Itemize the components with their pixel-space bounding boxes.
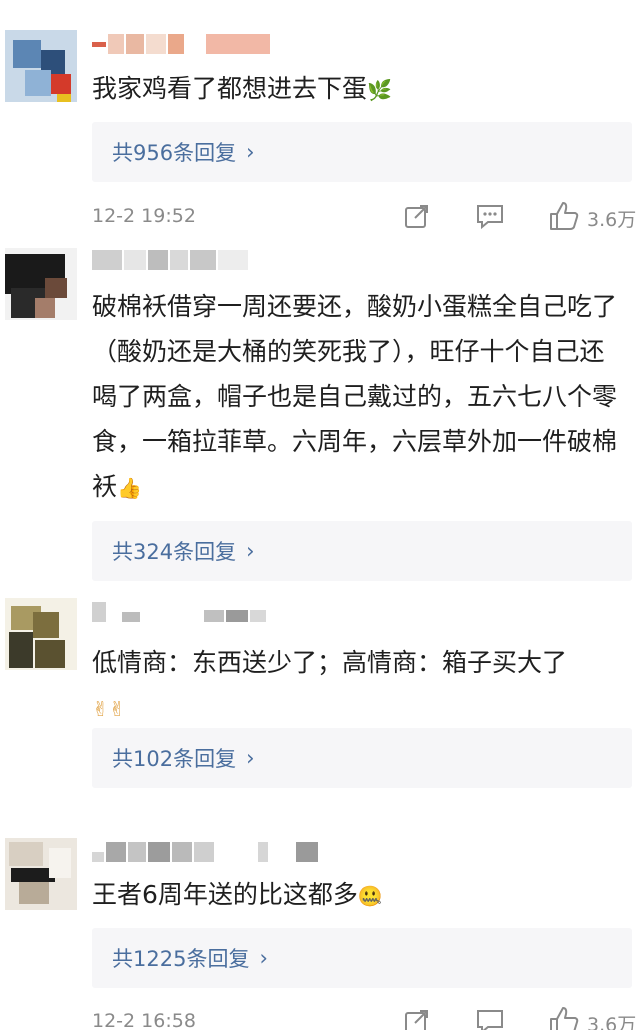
avatar[interactable] [5,838,77,910]
view-replies-button[interactable]: 共956条回复 › [92,122,632,182]
leaf-emoji: 🌿 [367,77,392,102]
view-replies-button[interactable]: 共324条回复 › [92,521,632,581]
username-blurred[interactable] [92,602,266,622]
view-replies-button[interactable]: 共102条回复 › [92,728,632,788]
avatar[interactable] [5,598,77,670]
chevron-right-icon: › [246,539,255,563]
avatar[interactable] [5,30,77,102]
like-count: 3.6万 [587,1014,637,1030]
comment-text: 低情商：东西送少了；高情商：箱子买大了 ✌✌ [92,640,627,732]
replies-count-label: 共956条回复 [112,141,237,165]
like-count: 3.6万 [587,209,637,231]
comment-timestamp: 12-2 19:52 [92,205,196,227]
comment-meta-bar: 12-2 16:58 3.6万 [92,1005,640,1030]
comment-meta-bar: 12-2 19:52 3.6万 [92,202,640,234]
zipper-mouth-emoji: 🤐 [357,883,383,908]
replies-count-label: 共1225条回复 [112,947,250,971]
comment-text: 我家鸡看了都想进去下蛋🌿 [92,66,627,113]
view-replies-button[interactable]: 共1225条回复 › [92,928,632,988]
replies-count-label: 共102条回复 [112,747,237,771]
share-icon[interactable] [404,1008,430,1030]
comment-text-content: 我家鸡看了都想进去下蛋 [92,74,368,103]
username-blurred[interactable] [92,842,318,862]
thumbs-up-icon[interactable] [548,1005,580,1030]
comment-icon[interactable] [476,1008,504,1030]
avatar[interactable] [5,248,77,320]
comment-text-content: 王者6周年送的比这都多 [92,880,358,909]
share-icon[interactable] [404,203,430,234]
comment-icon[interactable] [476,203,504,234]
comment-timestamp: 12-2 16:58 [92,1010,196,1030]
comment-text-content: 低情商：东西送少了；高情商：箱子买大了 [92,648,568,677]
chevron-right-icon: › [259,946,268,970]
victory-hand-emoji: ✌✌ [92,696,126,721]
username-blurred[interactable] [92,34,270,54]
comment-text: 破棉袄借穿一周还要还，酸奶小蛋糕全自己吃了（酸奶还是大桶的笑死我了），旺仔十个自… [92,284,627,511]
username-blurred[interactable] [92,250,248,270]
replies-count-label: 共324条回复 [112,540,237,564]
thumbs-up-emoji: 👍 [117,475,142,500]
comment-text: 王者6周年送的比这都多🤐 [92,872,627,919]
thumbs-up-icon[interactable] [548,200,580,237]
comment-text-content: 破棉袄借穿一周还要还，酸奶小蛋糕全自己吃了（酸奶还是大桶的笑死我了），旺仔十个自… [92,292,618,501]
chevron-right-icon: › [246,746,255,770]
chevron-right-icon: › [246,140,255,164]
